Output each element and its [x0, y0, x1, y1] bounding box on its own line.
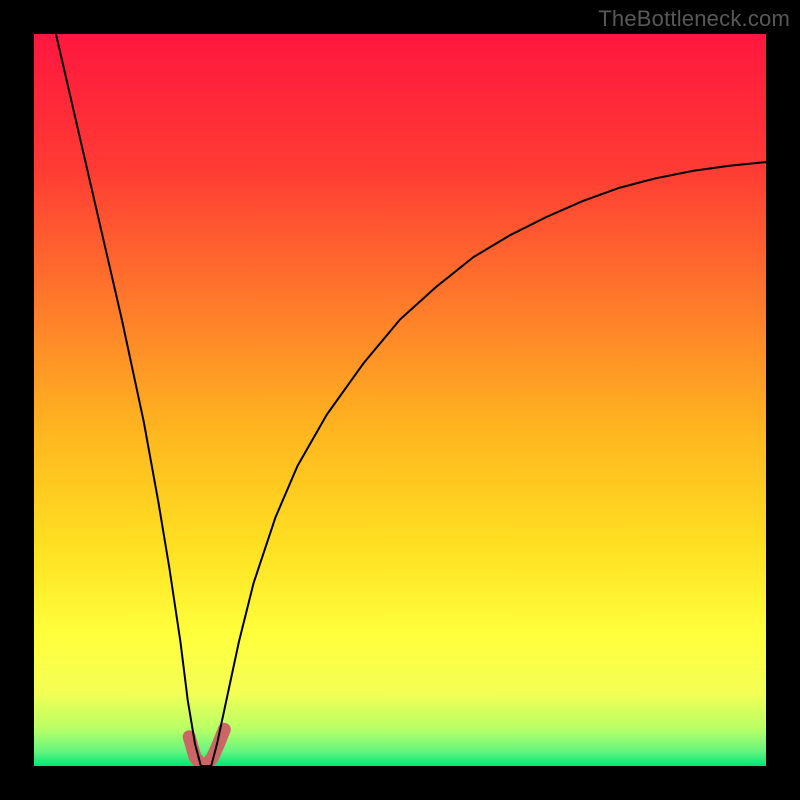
gradient-background — [34, 34, 766, 766]
plot-area — [34, 34, 766, 766]
chart-frame: TheBottleneck.com — [0, 0, 800, 800]
watermark-text: TheBottleneck.com — [598, 6, 790, 32]
chart-svg — [34, 34, 766, 766]
